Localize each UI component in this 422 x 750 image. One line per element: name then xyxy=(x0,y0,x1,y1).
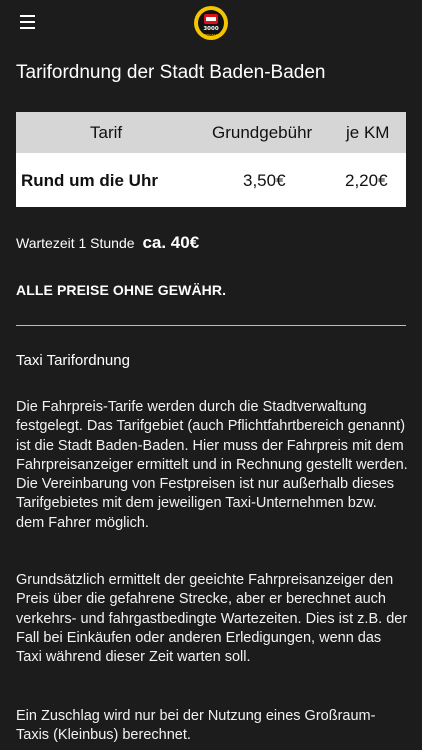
svg-text:BADEN-BADEN: BADEN-BADEN xyxy=(200,33,222,37)
waiting-time-line: Wartezeit 1 Stunde ca. 40€ xyxy=(16,233,199,253)
hamburger-menu-icon[interactable] xyxy=(20,15,35,29)
divider xyxy=(16,325,406,326)
taxi-logo: 3000 BADEN-BADEN xyxy=(194,6,228,40)
table-row: Rund um die Uhr 3,50€ 2,20€ xyxy=(16,153,406,207)
top-bar: 3000 BADEN-BADEN xyxy=(0,0,422,48)
svg-text:3000: 3000 xyxy=(203,26,218,32)
column-header-tarif: Tarif xyxy=(90,123,123,142)
paragraph: Ein Zuschlag wird nur bei der Nutzung ei… xyxy=(16,708,376,744)
tariff-per-km: 2,20€ xyxy=(345,171,388,190)
price-disclaimer: ALLE PREISE OHNE GEWÄHR. xyxy=(16,282,227,298)
tariff-name: Rund um die Uhr xyxy=(21,171,158,190)
paragraph: Die Fahrpreis-Tarife werden durch die St… xyxy=(16,399,408,531)
waiting-time-label: Wartezeit 1 Stunde xyxy=(16,235,135,251)
column-header-per-km: je KM xyxy=(346,123,390,142)
tariff-table-header: Tarif Grundgebühr je KM xyxy=(16,112,406,153)
tariff-table: Tarif Grundgebühr je KM Rund um die Uhr … xyxy=(16,112,406,207)
page-title: Tarifordnung der Stadt Baden-Baden xyxy=(16,62,326,83)
waiting-time-value: ca. 40€ xyxy=(142,233,200,252)
tariff-base-fee: 3,50€ xyxy=(243,171,286,190)
paragraph: Grundsätzlich ermittelt der geeichte Fah… xyxy=(16,572,408,666)
section-heading: Taxi Tarifordnung xyxy=(16,352,130,369)
column-header-base-fee: Grundgebühr xyxy=(212,123,313,142)
